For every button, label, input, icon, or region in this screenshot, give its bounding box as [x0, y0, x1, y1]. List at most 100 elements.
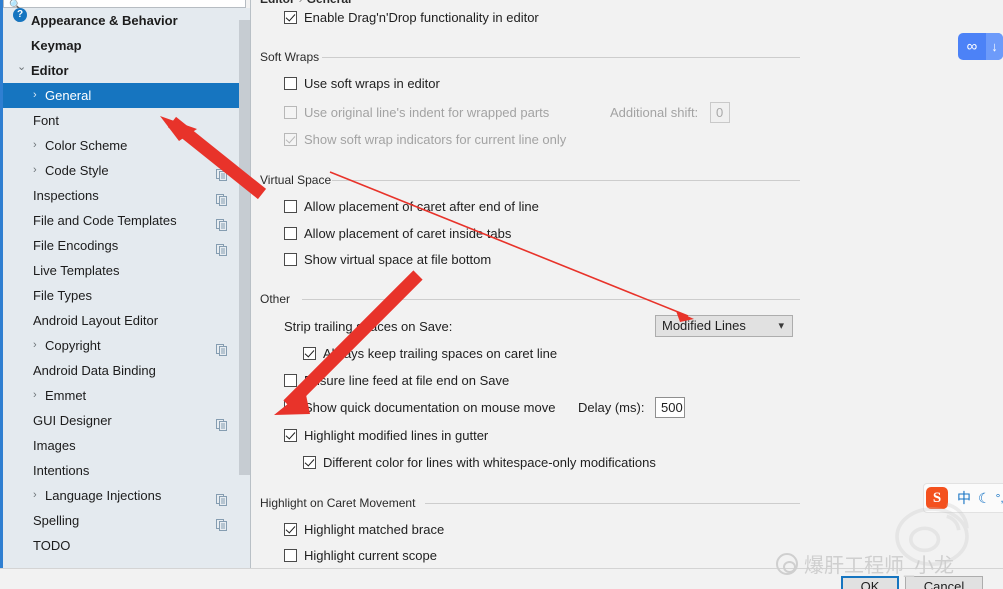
checkbox-box[interactable]	[284, 106, 297, 119]
group-header-other: Other	[260, 292, 800, 306]
sidebar-item-android-layout-editor[interactable]: Android Layout Editor	[3, 308, 250, 333]
checkbox-label: Different color for lines with whitespac…	[323, 455, 656, 470]
sidebar-item-file-encodings[interactable]: File Encodings	[3, 233, 250, 258]
input-delay-ms[interactable]: 500	[655, 397, 685, 418]
checkbox-box[interactable]	[284, 11, 297, 24]
checkbox-enable-dragndrop[interactable]: Enable Drag'n'Drop functionality in edit…	[284, 10, 539, 26]
checkbox-label: Use soft wraps in editor	[304, 76, 440, 91]
copy-settings-icon[interactable]	[216, 239, 228, 256]
sidebar-item-label: File Encodings	[33, 238, 119, 253]
chevron-right-icon[interactable]: ›	[33, 83, 45, 108]
checkbox-show-quick-documentation[interactable]: Show quick documentation on mouse move	[284, 400, 555, 416]
sidebar-item-label: Copyright	[45, 338, 101, 353]
sidebar-item-editor[interactable]: ⌄ Editor	[3, 58, 250, 83]
dropdown-strip-trailing-spaces[interactable]: Modified Lines ▾	[655, 315, 793, 337]
sidebar-item-language-injections[interactable]: › Language Injections	[3, 483, 250, 508]
sidebar-item-code-style[interactable]: › Code Style	[3, 158, 250, 183]
checkbox-box[interactable]	[284, 200, 297, 213]
checkbox-box[interactable]	[284, 374, 297, 387]
sidebar-item-images[interactable]: Images	[3, 433, 250, 458]
sidebar-item-live-templates[interactable]: Live Templates	[3, 258, 250, 283]
checkbox-highlight-modified-lines[interactable]: Highlight modified lines in gutter	[284, 428, 488, 444]
checkbox-box[interactable]	[284, 549, 297, 562]
breadcrumb-root: Editor	[260, 0, 295, 6]
checkbox-use-soft-wraps[interactable]: Use soft wraps in editor	[284, 76, 440, 92]
group-rule	[322, 57, 800, 58]
input-additional-shift[interactable]: 0	[710, 102, 730, 123]
floating-download-widget[interactable]: ∞ ↓	[958, 33, 1003, 60]
copy-settings-icon[interactable]	[216, 189, 228, 206]
sidebar-item-copyright[interactable]: › Copyright	[3, 333, 250, 358]
checkbox-box[interactable]	[303, 347, 316, 360]
checkbox-label: Enable Drag'n'Drop functionality in edit…	[304, 10, 539, 25]
sidebar-item-file-types[interactable]: File Types	[3, 283, 250, 308]
checkbox-ensure-line-feed[interactable]: Ensure line feed at file end on Save	[284, 373, 509, 389]
checkbox-box[interactable]	[303, 456, 316, 469]
punctuation-toggle[interactable]: °,	[996, 491, 1003, 505]
sidebar-item-font[interactable]: Font	[3, 108, 250, 133]
checkbox-always-keep-trailing-spaces[interactable]: Always keep trailing spaces on caret lin…	[303, 346, 557, 362]
sidebar-item-appearance-behavior[interactable]: ›Appearance & Behavior	[3, 8, 250, 33]
chevron-right-icon[interactable]: ›	[33, 158, 45, 183]
group-rule	[302, 299, 800, 300]
sidebar-item-intentions[interactable]: Intentions	[3, 458, 250, 483]
chevron-right-icon[interactable]: ›	[33, 483, 45, 508]
sidebar-item-color-scheme[interactable]: › Color Scheme	[3, 133, 250, 158]
checkbox-highlight-matched-brace[interactable]: Highlight matched brace	[284, 522, 444, 538]
dropdown-value: Modified Lines	[662, 318, 746, 333]
sidebar-item-todo[interactable]: TODO	[3, 533, 250, 558]
download-icon[interactable]: ↓	[986, 33, 1003, 60]
label-strip-trailing-spaces: Strip trailing spaces on Save:	[284, 319, 453, 334]
checkbox-caret-after-end-of-line[interactable]: Allow placement of caret after end of li…	[284, 199, 539, 215]
sidebar-item-label: Android Layout Editor	[33, 313, 159, 328]
chevron-right-icon[interactable]: ›	[33, 133, 45, 158]
breadcrumb: Editor › General	[260, 0, 351, 6]
copy-settings-icon[interactable]	[216, 339, 228, 356]
sidebar-item-gui-designer[interactable]: GUI Designer	[3, 408, 250, 433]
group-rule	[332, 180, 800, 181]
chevron-right-icon[interactable]: ›	[33, 333, 45, 358]
checkbox-box[interactable]	[284, 429, 297, 442]
settings-sidebar[interactable]: ›Appearance & BehaviorKeymap⌄Editor›Gene…	[3, 8, 250, 568]
sidebar-scrollbar-track[interactable]	[239, 8, 250, 568]
chevron-right-icon[interactable]: ›	[33, 383, 45, 408]
search-input[interactable]	[22, 0, 237, 8]
chevron-down-icon[interactable]: ⌄	[17, 55, 29, 80]
checkbox-box[interactable]	[284, 77, 297, 90]
sidebar-item-android-data-binding[interactable]: Android Data Binding	[3, 358, 250, 383]
checkbox-box[interactable]	[284, 227, 297, 240]
copy-settings-icon[interactable]	[216, 414, 228, 431]
checkbox-virtual-space-at-file-bottom[interactable]: Show virtual space at file bottom	[284, 252, 491, 268]
checkbox-box[interactable]	[284, 523, 297, 536]
sidebar-item-emmet[interactable]: › Emmet	[3, 383, 250, 408]
sidebar-item-label: File Types	[33, 288, 93, 303]
sidebar-item-inspections[interactable]: Inspections	[3, 183, 250, 208]
sidebar-item-file-and-code-templates[interactable]: File and Code Templates	[3, 208, 250, 233]
checkbox-use-original-indent[interactable]: Use original line's indent for wrapped p…	[284, 105, 549, 121]
checkbox-box[interactable]	[284, 401, 297, 414]
label-additional-shift: Additional shift:	[610, 105, 699, 120]
sidebar-item-label: TODO	[33, 538, 71, 553]
checkbox-box[interactable]	[284, 253, 297, 266]
group-title: Virtual Space	[260, 173, 338, 187]
checkbox-different-color-whitespace[interactable]: Different color for lines with whitespac…	[303, 455, 656, 471]
settings-main-panel: Editor › General Enable Drag'n'Drop functi…	[255, 0, 1003, 568]
group-header-soft-wraps: Soft Wraps	[260, 50, 800, 64]
sidebar-scrollbar-thumb[interactable]	[239, 20, 250, 475]
checkbox-label: Show soft wrap indicators for current li…	[304, 132, 567, 147]
sidebar-item-general[interactable]: › General	[3, 83, 250, 108]
checkbox-highlight-current-scope[interactable]: Highlight current scope	[284, 548, 437, 564]
copy-settings-icon[interactable]	[216, 514, 228, 531]
sidebar-item-keymap[interactable]: Keymap	[3, 33, 250, 58]
checkbox-box[interactable]	[284, 133, 297, 146]
copy-settings-icon[interactable]	[216, 214, 228, 231]
checkbox-label: Show virtual space at file bottom	[304, 252, 492, 267]
sidebar-item-spelling[interactable]: Spelling	[3, 508, 250, 533]
help-icon[interactable]: ?	[13, 8, 27, 22]
copy-settings-icon[interactable]	[216, 164, 228, 181]
checkbox-show-soft-wrap-indicators[interactable]: Show soft wrap indicators for current li…	[284, 132, 566, 148]
checkbox-caret-inside-tabs[interactable]: Allow placement of caret inside tabs	[284, 226, 511, 242]
copy-settings-icon[interactable]	[216, 489, 228, 506]
settings-search-box[interactable]: 🔍	[3, 0, 246, 11]
moon-icon[interactable]: ☾	[978, 490, 991, 507]
